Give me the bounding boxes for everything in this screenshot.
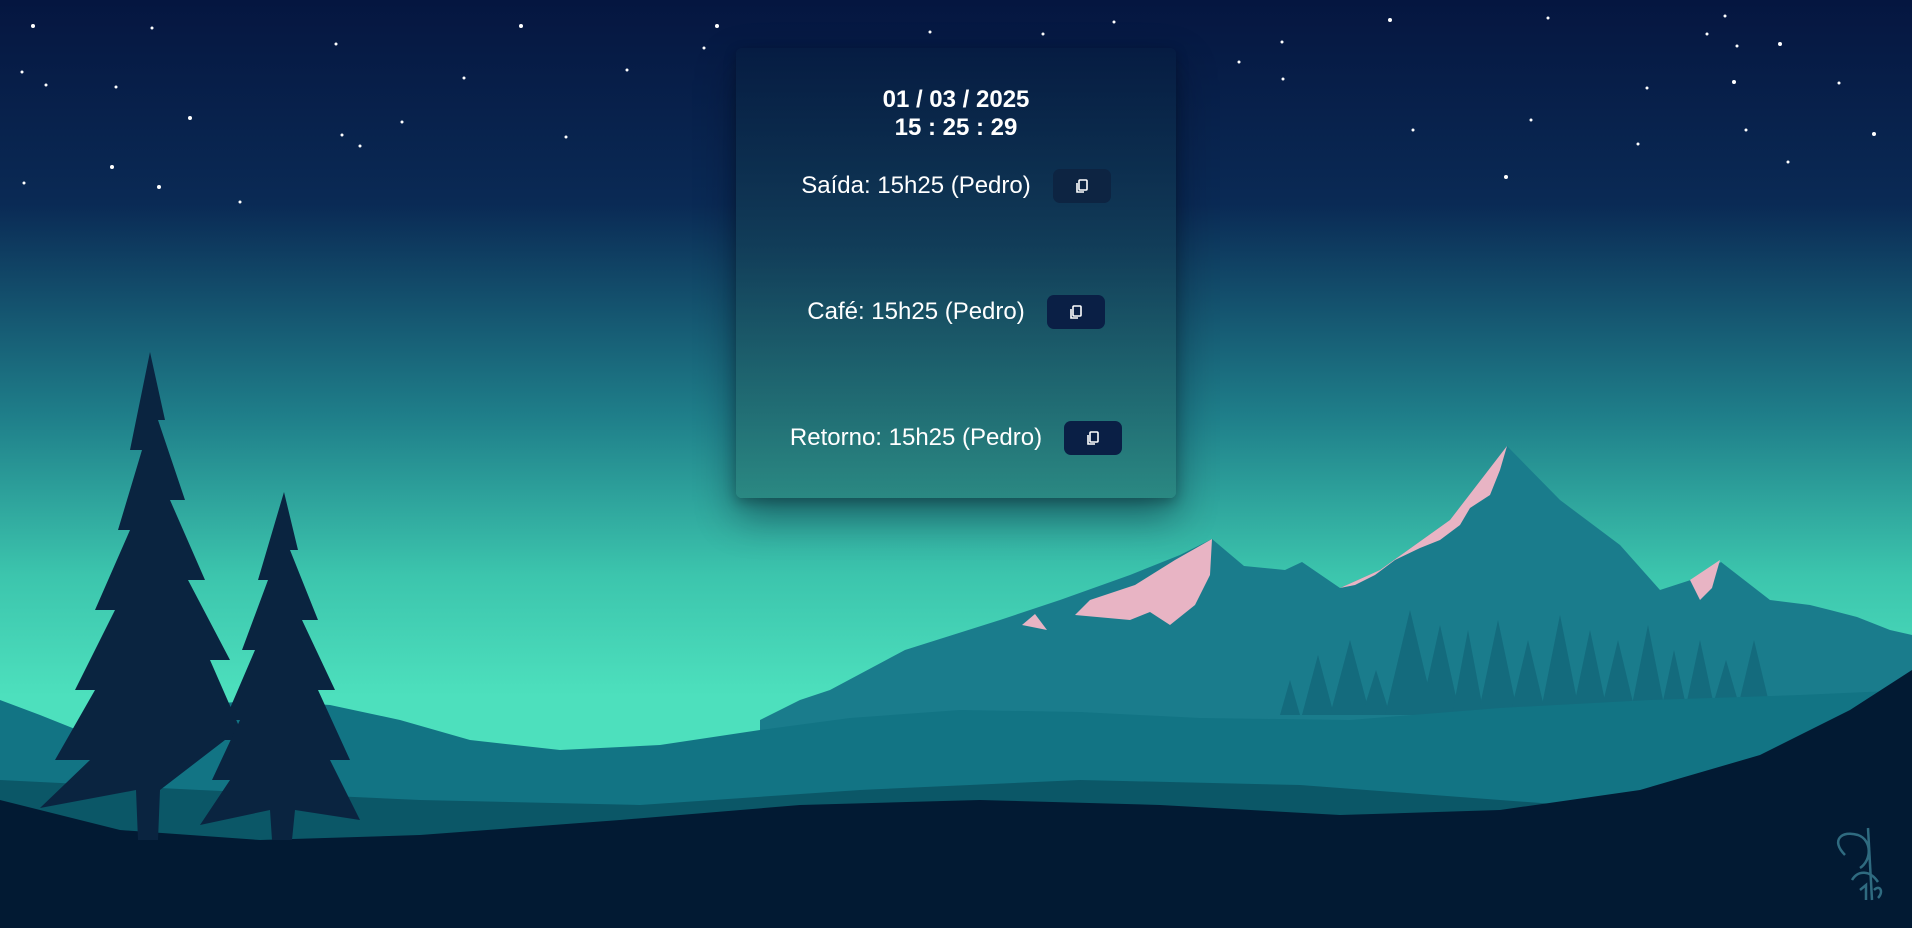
copy-icon xyxy=(1069,305,1082,319)
entry-cafe-label: Café: 15h25 (Pedro) xyxy=(807,298,1025,325)
copy-cafe-button[interactable] xyxy=(1046,295,1105,329)
copy-icon xyxy=(1075,179,1088,193)
current-date: 01 / 03 / 2025 xyxy=(882,86,1030,113)
entry-cafe: Café: 15h25 (Pedro) xyxy=(736,294,1176,330)
time-clock-card: 01 / 03 / 2025 15 : 25 : 29 Saída: 15h25… xyxy=(736,48,1176,498)
entry-saida: Saída: 15h25 (Pedro) xyxy=(736,168,1176,204)
entry-retorno-label: Retorno: 15h25 (Pedro) xyxy=(789,424,1043,451)
entry-retorno: Retorno: 15h25 (Pedro) xyxy=(736,420,1176,456)
copy-retorno-button[interactable] xyxy=(1064,421,1123,455)
copy-icon xyxy=(1087,431,1099,445)
clock-display: 01 / 03 / 2025 15 : 25 : 29 xyxy=(736,86,1176,142)
copy-saida-button[interactable] xyxy=(1052,169,1111,203)
current-time: 15 : 25 : 29 xyxy=(894,114,1018,141)
entry-saida-label: Saída: 15h25 (Pedro) xyxy=(801,172,1031,199)
